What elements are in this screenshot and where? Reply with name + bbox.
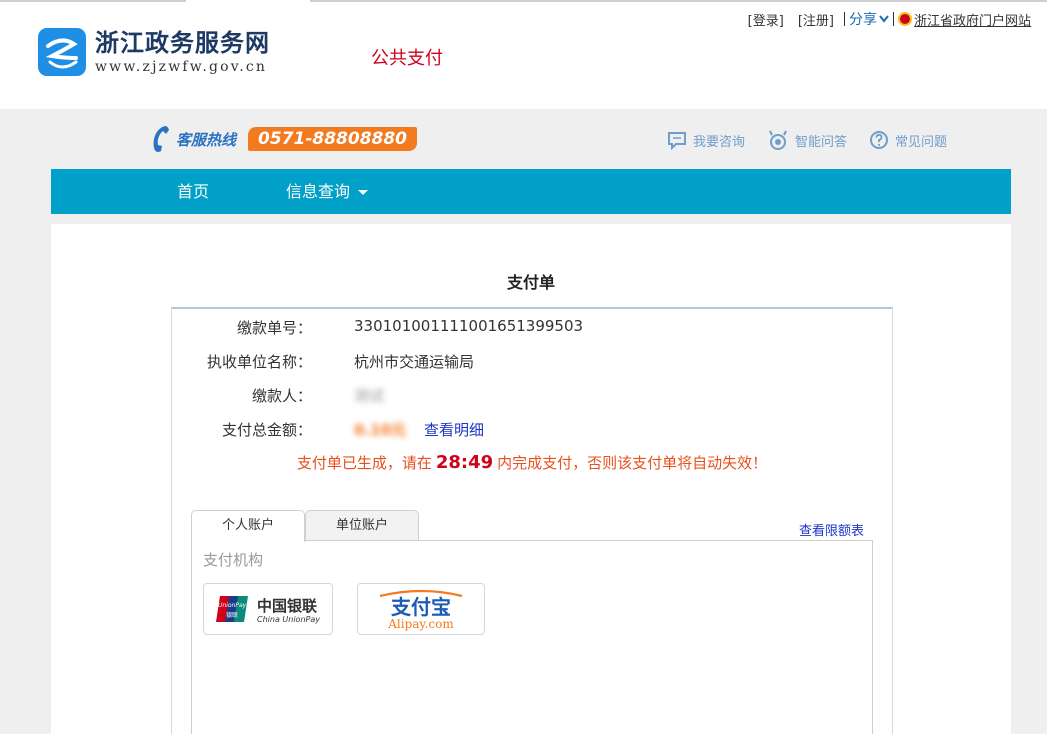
- payer-label: 缴款人：: [251, 387, 312, 405]
- consult-label: 我要咨询: [692, 134, 745, 150]
- robot-icon: [769, 130, 787, 150]
- hotline: 客服热线 0571-88808880: [148, 124, 418, 154]
- faq-label: 常见问题: [894, 134, 947, 150]
- amount-value-wrap: 0.10元 查看明细: [354, 419, 484, 440]
- view-limit-link[interactable]: 查看限额表: [799, 520, 864, 539]
- nav-info-query[interactable]: 信息查询: [286, 169, 369, 214]
- logo-title: 浙江政务服务网: [95, 28, 270, 57]
- order-no-value: 330101001111001651399503: [354, 317, 584, 335]
- smart-qa-label: 智能问答: [794, 134, 847, 150]
- gov-portal-link[interactable]: 浙江省政府门户网站: [914, 10, 1031, 29]
- unionpay-logo-icon: UnionPay 银联 中国银联 China UnionPay: [216, 596, 320, 624]
- register-link[interactable]: [注册]: [798, 10, 834, 29]
- section-title: 公共支付: [371, 48, 443, 69]
- tab-company[interactable]: 单位账户: [305, 510, 419, 541]
- notice-prefix: 支付单已生成，请在: [296, 454, 432, 472]
- top-border: [0, 0, 1047, 2]
- countdown-notice: 支付单已生成，请在 28:49 内完成支付，否则该支付单将自动失效！: [172, 452, 892, 473]
- logo-icon: [38, 28, 86, 76]
- hotline-number: 0571-88808880: [248, 127, 418, 151]
- alipay-en: Alipay.com: [387, 617, 454, 631]
- smart-qa-link[interactable]: 智能问答: [767, 129, 847, 151]
- caret-down-icon: [358, 190, 369, 195]
- share-label: 分享: [848, 12, 877, 28]
- unionpay-cn: 中国银联: [257, 597, 318, 615]
- tab-personal[interactable]: 个人账户: [191, 510, 305, 542]
- share-button[interactable]: 分享: [849, 9, 889, 29]
- page-title: 支付单: [506, 273, 555, 292]
- consult-link[interactable]: 我要咨询: [667, 130, 745, 150]
- chevron-down-icon: [879, 15, 889, 23]
- order-no-label: 缴款单号：: [236, 319, 312, 337]
- hotline-bar: 客服热线 0571-88808880 我要咨询 智能问答 常见问题: [0, 109, 1047, 169]
- unionpay-en: China UnionPay: [257, 615, 320, 624]
- top-links: [登录] [注册] 分享 浙江省政府门户网站: [748, 9, 1031, 29]
- login-link[interactable]: [登录]: [748, 10, 784, 29]
- chat-bubble-icon: [667, 132, 686, 150]
- main-nav: 首页 信息查询: [51, 169, 1011, 214]
- alipay-option[interactable]: 支付宝 Alipay.com: [357, 583, 485, 635]
- amount-label: 支付总金额：: [221, 421, 312, 439]
- nav-info-query-label: 信息查询: [286, 182, 351, 201]
- help-links: 我要咨询 智能问答 常见问题: [645, 129, 947, 151]
- phone-icon: [153, 126, 169, 152]
- hotline-label: 客服热线: [176, 130, 237, 149]
- nav-home[interactable]: 首页: [177, 169, 209, 214]
- unionpay-badge-bottom: 银联: [226, 611, 238, 619]
- alipay-logo-icon: 支付宝 Alipay.com: [379, 589, 463, 631]
- countdown-timer: 28:49: [435, 452, 494, 473]
- notice-suffix: 内完成支付，否则该支付单将自动失效！: [497, 454, 768, 472]
- nav-home-label: 首页: [177, 182, 210, 201]
- faq-link[interactable]: 常见问题: [869, 130, 947, 150]
- org-title: 支付机构: [203, 551, 264, 569]
- top-header: 浙江政务服务网 www.zjzwfw.gov.cn 公共支付 [登录] [注册]…: [0, 0, 1047, 109]
- main-content: 支付单 缴款单号： 330101001111001651399503 执收单位名…: [51, 224, 1011, 734]
- payment-panel: 支付机构 UnionPay 银联 中国银联 China UnionPay 支付宝…: [191, 540, 873, 734]
- unionpay-badge-top: UnionPay: [218, 602, 247, 609]
- unionpay-option[interactable]: UnionPay 银联 中国银联 China UnionPay: [203, 583, 333, 635]
- payment-card: 缴款单号： 330101001111001651399503 执收单位名称： 杭…: [171, 307, 893, 734]
- amount-value: 0.10元: [354, 421, 407, 439]
- unit-value: 杭州市交通运输局: [354, 353, 475, 371]
- payer-value: 测试: [354, 387, 385, 405]
- logo-url: www.zjzwfw.gov.cn: [95, 59, 268, 75]
- national-emblem-icon: [897, 12, 912, 26]
- alipay-cn: 支付宝: [391, 595, 451, 619]
- question-circle-icon: [869, 131, 888, 149]
- site-logo[interactable]: 浙江政务服务网 www.zjzwfw.gov.cn: [38, 28, 270, 76]
- unit-label: 执收单位名称：: [206, 353, 312, 371]
- view-detail-link[interactable]: 查看明细: [424, 421, 484, 439]
